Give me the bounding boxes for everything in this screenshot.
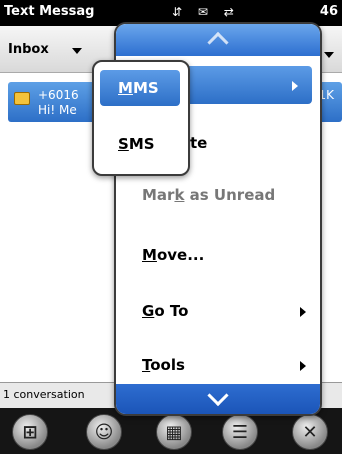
status-icons: ⇵ ✉ ⇄: [172, 5, 240, 19]
sort-dropdown-icon[interactable]: [324, 52, 334, 58]
submenu-item-sms[interactable]: SMS: [100, 126, 180, 162]
submenu-arrow-icon: [300, 361, 306, 371]
chevron-up-icon: [207, 31, 229, 54]
contact-icon[interactable]: ☺: [86, 414, 122, 450]
keyboard-icon[interactable]: ▦: [156, 414, 192, 450]
menu-item-tools[interactable]: Tools: [116, 346, 320, 384]
folder-dropdown[interactable]: Inbox: [8, 42, 49, 57]
submenu-arrow-icon: [300, 307, 306, 317]
envelope-icon: [14, 92, 30, 105]
submenu-item-mms[interactable]: MMS: [100, 70, 180, 106]
close-icon[interactable]: ✕: [292, 414, 328, 450]
chevron-down-icon[interactable]: [72, 48, 82, 54]
windows-icon[interactable]: ⊞: [12, 414, 48, 450]
submenu-arrow-icon: [292, 81, 298, 91]
clock: 46: [319, 4, 338, 19]
menu-icon[interactable]: ☰: [222, 414, 258, 450]
menu-item-move[interactable]: Move...: [116, 236, 320, 274]
message-preview: Hi! Me: [38, 103, 77, 117]
message-sender: +6016: [38, 88, 79, 102]
scroll-up-button[interactable]: [116, 24, 320, 56]
new-submenu: MMS SMS: [92, 60, 190, 176]
conversation-count: 1 conversation: [3, 388, 85, 401]
menu-item-mark-as-unread: Mark as Unread: [142, 186, 276, 204]
scroll-down-button[interactable]: [116, 384, 320, 414]
app-title: Text Messag: [4, 4, 95, 19]
chevron-down-icon: [207, 384, 229, 407]
menu-item-go-to[interactable]: Go To: [116, 292, 320, 330]
